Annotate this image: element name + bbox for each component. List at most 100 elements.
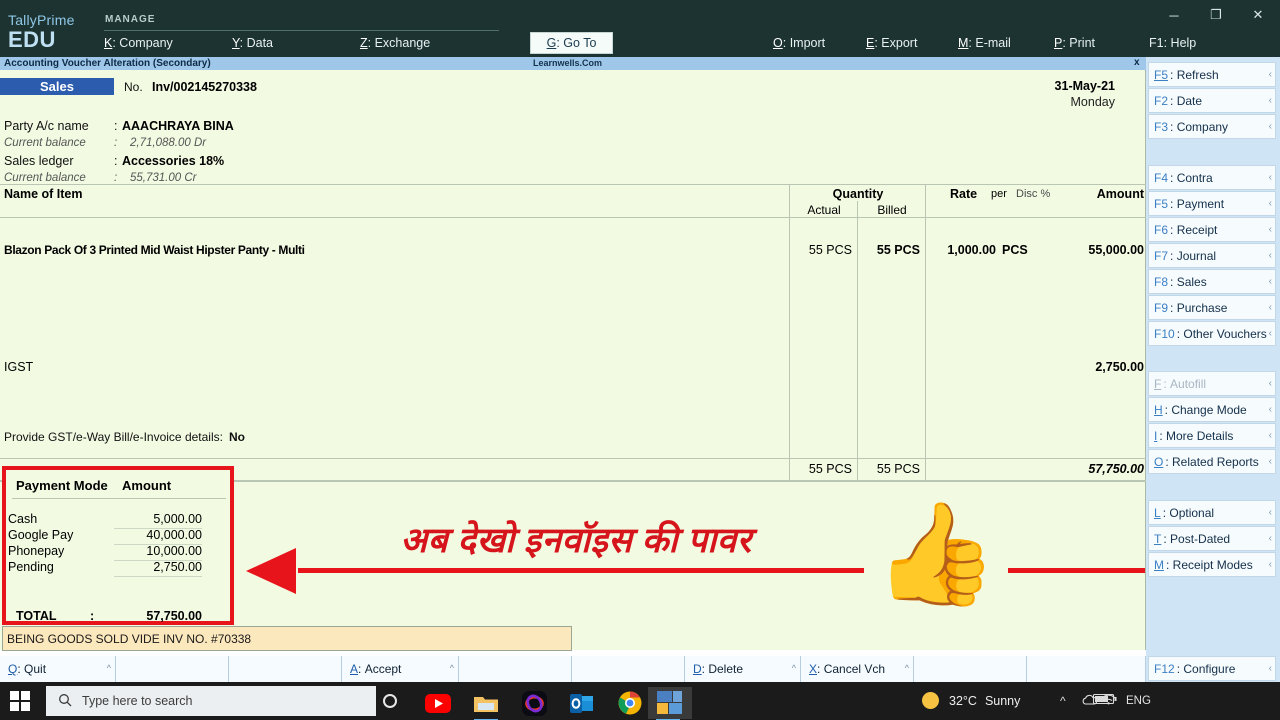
grid-header-disc: Disc % (1016, 188, 1051, 200)
menu-exchange-label: Exchange (374, 36, 431, 50)
grid-top-rule (0, 184, 1146, 185)
voucher-no-value[interactable]: Inv/002145270338 (152, 80, 257, 94)
payment-row-mode: Phonepay (8, 544, 65, 558)
sidebar-item-contra[interactable]: F4: Contra ‹ (1148, 165, 1276, 190)
top-menu-bar: TallyPrime EDU MANAGE K: Company Y: Data… (0, 0, 1280, 57)
sidebar-item-optional[interactable]: L: Optional ‹ (1148, 500, 1276, 525)
taskbar-app-chrome[interactable] (610, 687, 650, 719)
menu-exchange[interactable]: Z: Exchange (360, 36, 430, 50)
menu-help-label: Help (1170, 36, 1197, 50)
voucher-weekday: Monday (1070, 95, 1115, 109)
sidebar-item-journal[interactable]: F7: Journal ‹ (1148, 243, 1276, 268)
sidebar-item-post-dated[interactable]: T: Post-Dated ‹ (1148, 526, 1276, 551)
bottom-button-accept[interactable]: A: Accept ^ (342, 656, 459, 682)
bottom-button-bar: Q: Quit ^ A: Accept ^ D: Delete ^ X: Can… (0, 656, 1146, 682)
goto-key: G (546, 36, 557, 50)
menu-print[interactable]: P: Print (1054, 36, 1095, 50)
bottom-button-empty-6[interactable] (1027, 656, 1146, 682)
narration-input[interactable]: BEING GOODS SOLD VIDE INV NO. #70338 (2, 626, 572, 651)
refresh-key: F5 (1154, 67, 1169, 82)
bottom-button-empty-3[interactable] (459, 656, 572, 682)
sidebar-item-related-reports[interactable]: O: Related Reports ‹ (1148, 449, 1276, 474)
bottom-button-quit[interactable]: Q: Quit ^ (0, 656, 116, 682)
menu-company[interactable]: K: Company (104, 36, 173, 50)
bottom-button-empty-2[interactable] (229, 656, 342, 682)
menu-data-key: Y (232, 36, 240, 50)
tray-language-indicator[interactable]: ENG (1126, 695, 1151, 707)
sidebar-item-more-details[interactable]: I: More Details ‹ (1148, 423, 1276, 448)
receipt-modes-chevron-icon: ‹ (1268, 559, 1272, 570)
bottom-button-delete[interactable]: D: Delete ^ (685, 656, 801, 682)
tray-weather-widget[interactable]: 32°C Sunny (922, 692, 1020, 709)
grid-vline-1 (789, 184, 790, 482)
taskbar-app-outlook[interactable] (562, 687, 602, 719)
accept-caret-icon: ^ (449, 663, 454, 673)
delete-caret-icon: ^ (791, 663, 796, 673)
grid-header-billed: Billed (877, 203, 907, 217)
receipt-modes-label: Receipt Modes (1172, 557, 1253, 572)
receipt-chevron-icon: ‹ (1268, 224, 1272, 235)
taskbar-search-input[interactable]: Type here to search (46, 686, 376, 716)
grid-header-rate: Rate (950, 187, 978, 201)
minimize-icon[interactable]: ─ (1160, 4, 1188, 26)
taskbar-app-tallyprime[interactable] (648, 687, 692, 720)
sidebar-item-receipt-modes[interactable]: M: Receipt Modes ‹ (1148, 552, 1276, 577)
bottom-button-cancel-vch[interactable]: X: Cancel Vch ^ (801, 656, 914, 682)
payment-row-mode: Cash (8, 512, 38, 526)
sidebar-item-receipt[interactable]: F6: Receipt ‹ (1148, 217, 1276, 242)
goto-button[interactable]: G: Go To (530, 32, 613, 54)
sidebar-item-other-vouchers[interactable]: F10: Other Vouchers ‹ (1148, 321, 1276, 346)
sidebar-item-company[interactable]: F3: Company ‹ (1148, 114, 1276, 139)
gst-eway-line[interactable]: Provide GST/e-Way Bill/e-Invoice details… (4, 430, 245, 444)
sidebar-item-sales[interactable]: F8: Sales ‹ (1148, 269, 1276, 294)
sales-ledger-sep: : (114, 154, 118, 168)
restore-icon[interactable]: ❐ (1202, 4, 1230, 26)
grid-total-billed: 55 PCS (876, 462, 920, 476)
sales-ledger-value[interactable]: Accessories 18% (122, 154, 224, 168)
menu-email[interactable]: M: E-mail (958, 36, 1011, 50)
task-view-icon[interactable] (383, 694, 397, 708)
more-details-key: I (1154, 428, 1158, 443)
gst-eway-label: Provide GST/e-Way Bill/e-Invoice details… (4, 430, 223, 444)
menu-import[interactable]: O: Import (773, 36, 825, 50)
bottom-button-empty-5[interactable] (914, 656, 1027, 682)
tallyprime-icon (657, 691, 682, 714)
taskbar-app-youtube[interactable] (418, 687, 458, 719)
receipt-label: Receipt (1176, 222, 1218, 237)
voucher-date[interactable]: 31-May-21 (1055, 79, 1115, 93)
start-tile-4 (21, 702, 30, 711)
taskbar-app-file-explorer[interactable] (466, 687, 506, 720)
windows-start-icon[interactable] (10, 691, 30, 711)
related-reports-chevron-icon: ‹ (1268, 456, 1272, 467)
post-dated-chevron-icon: ‹ (1268, 533, 1272, 544)
payment-total-sep: : (90, 609, 95, 623)
sidebar-item-configure[interactable]: F12: Configure ‹ (1148, 656, 1276, 681)
quit-caret-icon: ^ (106, 663, 111, 673)
bottom-button-empty-1[interactable] (116, 656, 229, 682)
sidebar-item-date[interactable]: F2: Date ‹ (1148, 88, 1276, 113)
delete-key: D (693, 662, 702, 676)
menu-export-label: Export (881, 36, 918, 50)
sidebar-item-purchase[interactable]: F9: Purchase ‹ (1148, 295, 1276, 320)
sidebar-item-payment[interactable]: F5: Payment ‹ (1148, 191, 1276, 216)
start-tile-1 (10, 691, 19, 700)
tray-battery-icon[interactable] (1092, 693, 1117, 708)
taskbar-app-adobe-creative-cloud[interactable] (514, 687, 554, 719)
menu-import-key: O (773, 36, 783, 50)
tray-show-hidden-icons[interactable]: ^ (1060, 694, 1066, 708)
menu-data[interactable]: Y: Data (232, 36, 273, 50)
payment-chevron-icon: ‹ (1268, 198, 1272, 209)
brand-name: TallyPrime (8, 12, 75, 28)
sidebar-item-change-mode[interactable]: H: Change Mode ‹ (1148, 397, 1276, 422)
item-row-igst-name[interactable]: IGST (4, 360, 33, 374)
bottom-button-empty-4[interactable] (572, 656, 685, 682)
menu-email-key: M (958, 36, 969, 50)
strip-close-icon[interactable]: x (1134, 57, 1140, 68)
menu-export[interactable]: E: Export (866, 36, 917, 50)
ledger-balance-value: 55,731.00 Cr (130, 172, 197, 184)
menu-help[interactable]: F1: Help (1149, 36, 1196, 50)
close-icon[interactable]: ✕ (1244, 4, 1272, 26)
sidebar-item-refresh[interactable]: F5: Refresh ‹ (1148, 62, 1276, 87)
item-row-name[interactable]: Blazon Pack Of 3 Printed Mid Waist Hipst… (4, 243, 305, 257)
party-value[interactable]: AAACHRAYA BINA (122, 119, 234, 133)
